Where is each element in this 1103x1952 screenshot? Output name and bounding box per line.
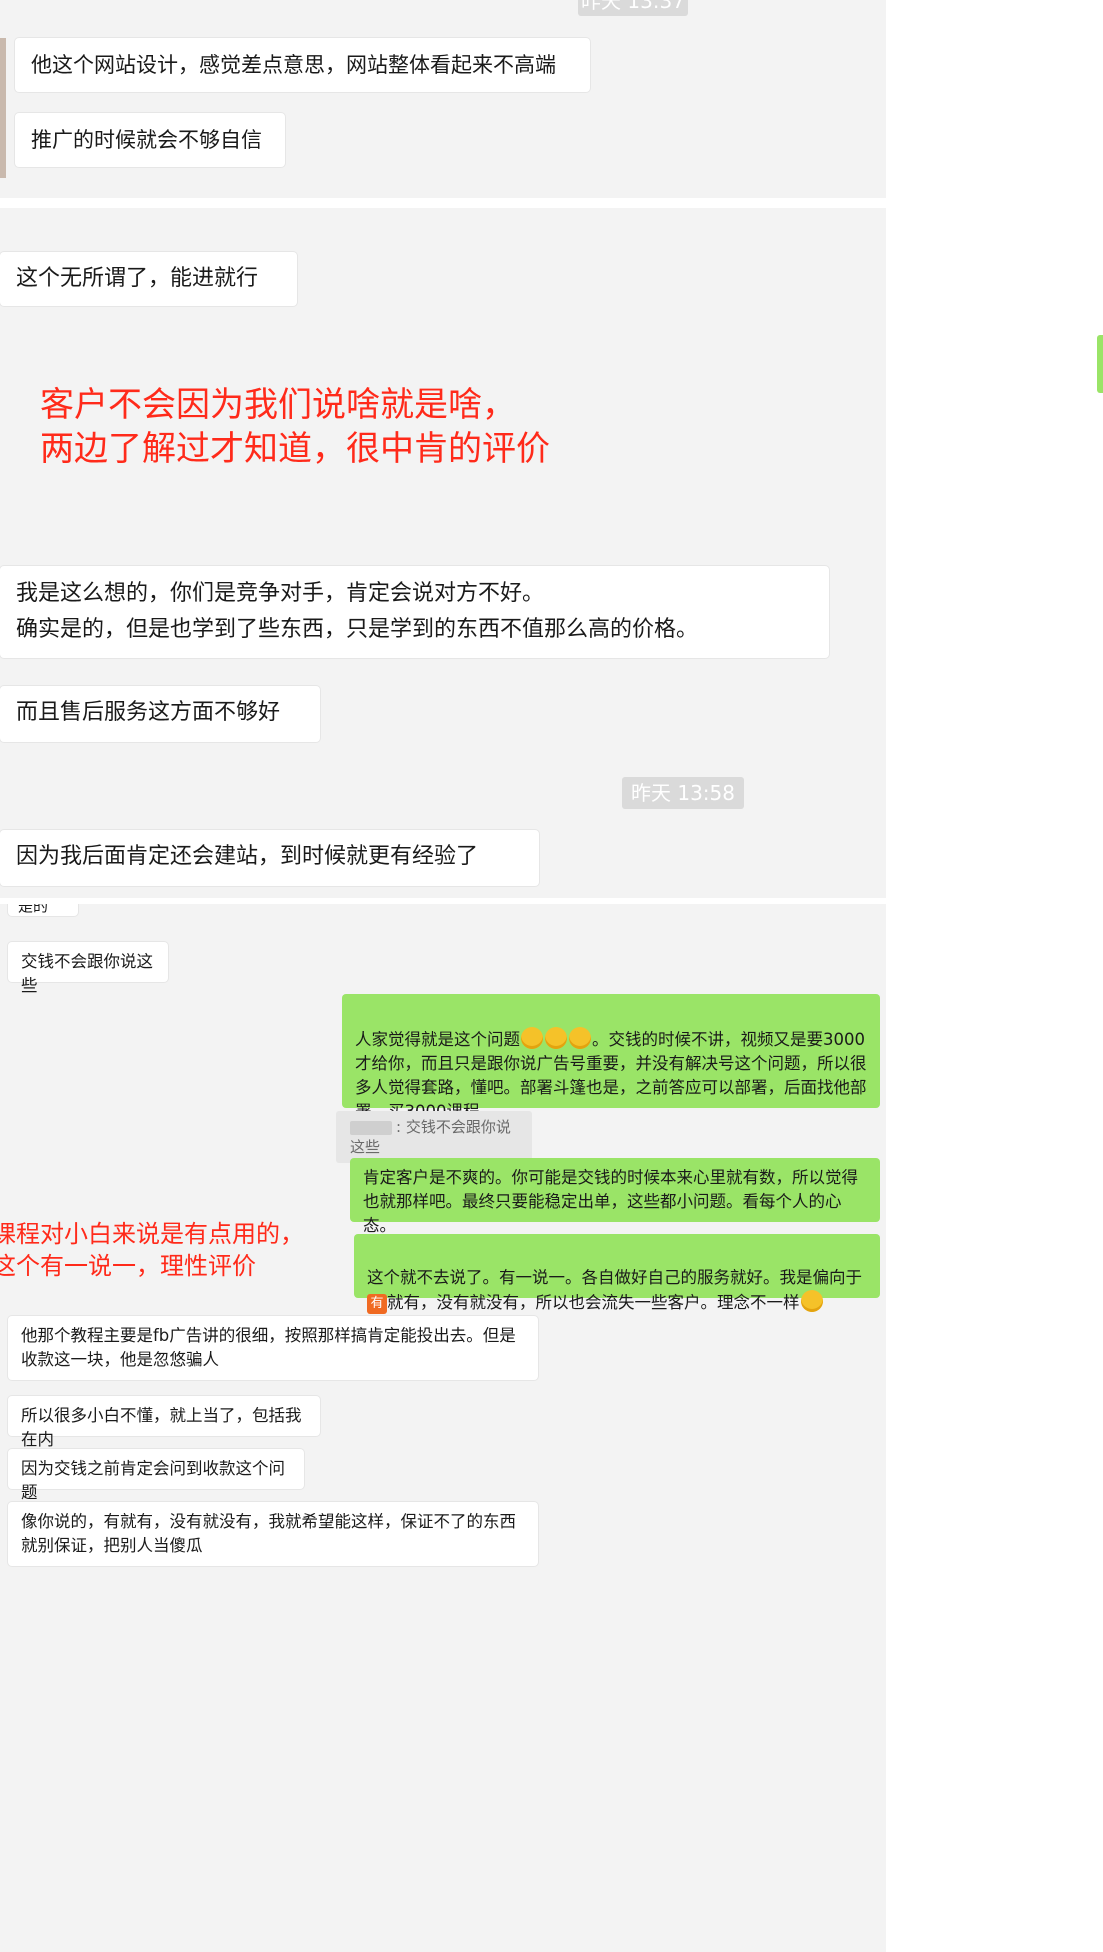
crying-face-icon (569, 1027, 591, 1049)
blurred-username (350, 1120, 392, 1135)
message-bubble[interactable]: 他这个网站设计，感觉差点意思，网站整体看起来不高端 (15, 38, 590, 92)
chat-panel-2: 这个无所谓了，能进就行 客户不会因为我们说啥就是啥， 两边了解过才知道，很中肯的… (0, 208, 886, 898)
you-icon: 有 (367, 1294, 387, 1314)
avatar (0, 38, 6, 178)
message-bubble[interactable]: 这个无所谓了，能进就行 (0, 252, 297, 306)
timestamp: 昨天 13:58 (622, 777, 744, 809)
scrollbar-handle[interactable] (1097, 335, 1103, 393)
message-bubble-sent[interactable]: 肯定客户是不爽的。你可能是交钱的时候本来心里就有数，所以觉得也就那样吧。最终只要… (350, 1158, 880, 1235)
message-bubble: 是的 (8, 904, 78, 916)
chat-panel-1: 昨天 13:37 他这个网站设计，感觉差点意思，网站整体看起来不高端 推广的时候… (0, 0, 886, 198)
message-text: 就有，没有就没有，所以也会流失一些客户。理念不一样 (387, 1293, 800, 1312)
message-bubble-sent[interactable]: 人家觉得就是这个问题 。交钱的时候不讲，视频又是要3000才给你，而且只是跟你说广… (342, 994, 880, 1121)
crying-face-icon (521, 1027, 543, 1049)
crying-face-icon (545, 1027, 567, 1049)
message-bubble[interactable]: 因为我后面肯定还会建站，到时候就更有经验了 (0, 830, 539, 886)
message-bubble[interactable]: 所以很多小白不懂，就上当了，包括我在内 (8, 1396, 320, 1449)
chat-panel-3: 是的 交钱不会跟你说这些 人家觉得就是这个问题 。交钱的时候不讲，视频又是要300… (0, 904, 886, 1952)
message-bubble[interactable]: 交钱不会跟你说这些 (8, 942, 168, 995)
message-bubble[interactable]: 像你说的，有就有，没有就没有，我就希望能这样，保证不了的东西就别保证，把别人当傻… (8, 1502, 538, 1566)
message-bubble[interactable]: 而且售后服务这方面不够好 (0, 686, 320, 742)
annotation-text: 课程对小白来说是有点用的， 这个有一说一，理性评价 (0, 1220, 304, 1280)
quoted-message[interactable]: : 交钱不会跟你说这些 (336, 1111, 532, 1163)
timestamp: 昨天 13:37 (578, 0, 688, 16)
message-text: 这个就不去说了。有一说一。各自做好自己的服务就好。我是偏向于 (367, 1268, 862, 1287)
message-text: 人家觉得就是这个问题 (355, 1030, 520, 1049)
grinning-face-icon (800, 1290, 823, 1312)
message-bubble[interactable]: 因为交钱之前肯定会问到收款这个问题 (8, 1449, 304, 1502)
message-bubble-sent[interactable]: 这个就不去说了。有一说一。各自做好自己的服务就好。我是偏向于有 就有，没有就没有，… (354, 1234, 880, 1314)
message-bubble[interactable]: 他那个教程主要是fb广告讲的很细，按照那样搞肯定能投出去。但是收款这一块，他是忽… (8, 1316, 538, 1380)
annotation-text: 客户不会因为我们说啥就是啥， 两边了解过才知道，很中肯的评价 (40, 385, 550, 469)
message-bubble[interactable]: 我是这么想的，你们是竞争对手，肯定会说对方不好。 确实是的，但是也学到了些东西，… (0, 566, 829, 658)
message-bubble[interactable]: 推广的时候就会不够自信 (15, 113, 285, 167)
